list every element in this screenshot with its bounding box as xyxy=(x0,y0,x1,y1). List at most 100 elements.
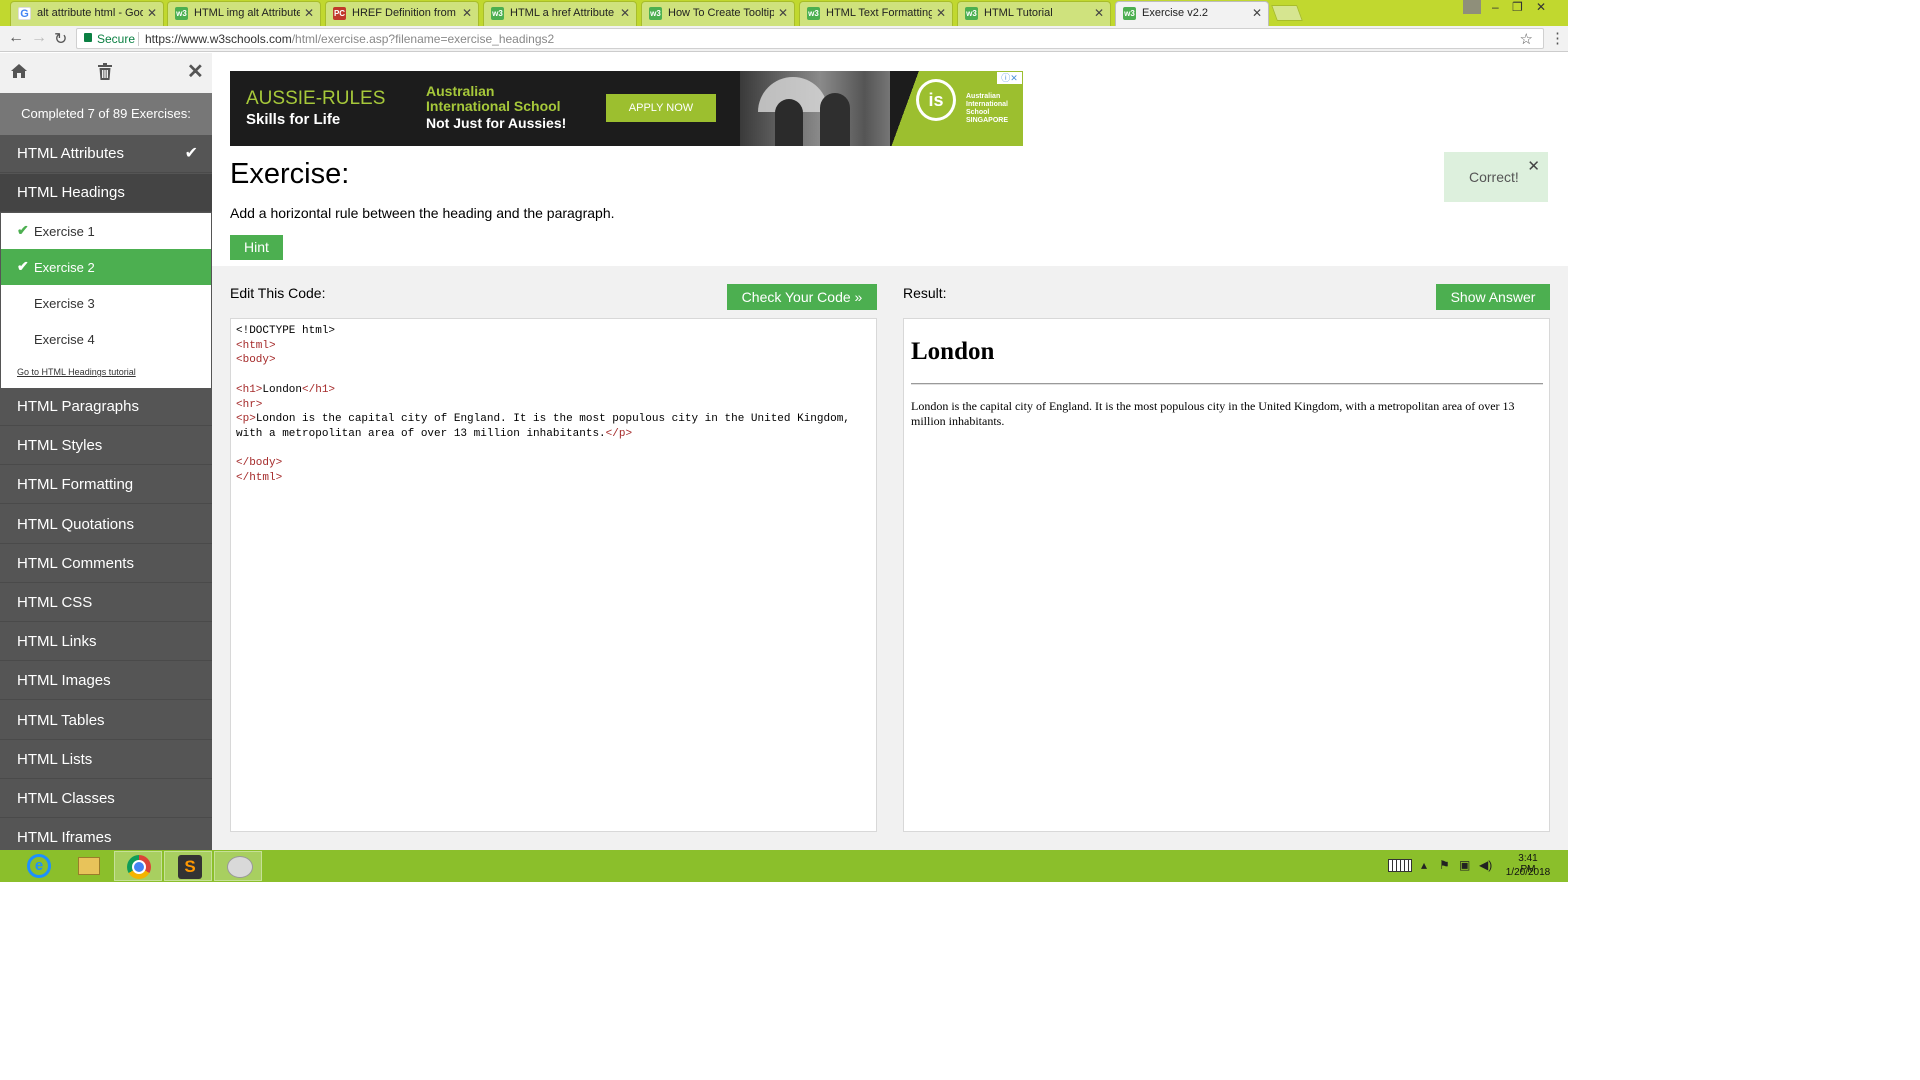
code-editor[interactable]: <!DOCTYPE html> <html> <body> <h1>London… xyxy=(230,318,877,832)
sidebar-category-links[interactable]: HTML Links xyxy=(0,623,212,662)
ad-apply-button[interactable]: APPLY NOW xyxy=(606,94,716,122)
ad-logo-text: Australian International School SINGAPOR… xyxy=(966,93,1009,124)
category-label: HTML Classes xyxy=(17,790,115,807)
network-icon[interactable]: ▣ xyxy=(1459,858,1470,872)
sidebar-category-attributes[interactable]: HTML Attributes ✔ xyxy=(0,135,212,173)
browser-tab[interactable]: w3 HTML Text Formatting ✕ xyxy=(799,1,953,26)
category-label: HTML Formatting xyxy=(17,476,134,494)
hint-button[interactable]: Hint xyxy=(230,235,283,260)
close-feedback-icon[interactable]: ✕ xyxy=(1527,157,1540,175)
close-tab-icon[interactable]: ✕ xyxy=(936,6,946,20)
close-sidebar-icon[interactable]: ✕ xyxy=(187,59,204,84)
browser-tab[interactable]: w3 How To Create Tooltips ✕ xyxy=(641,1,795,26)
browser-menu-icon[interactable]: ⋮ xyxy=(1550,29,1565,47)
browser-tab[interactable]: w3 Exercise v2.2 ✕ xyxy=(1115,1,1269,27)
paint-icon xyxy=(227,856,253,878)
show-answer-button[interactable]: Show Answer xyxy=(1436,284,1550,310)
google-icon: G xyxy=(18,7,31,20)
browser-tab[interactable]: w3 HTML Tutorial ✕ xyxy=(957,1,1111,26)
clock-date[interactable]: 1/20/2018 xyxy=(1503,867,1553,878)
url-text: https://www.w3schools.com/html/exercise.… xyxy=(145,32,554,46)
sidebar-category-headings[interactable]: HTML Headings xyxy=(0,174,212,212)
taskbar-paint[interactable] xyxy=(214,851,262,881)
close-tab-icon[interactable]: ✕ xyxy=(462,6,472,20)
school-logo-icon: is xyxy=(916,79,956,121)
sidebar-category-lists[interactable]: HTML Lists xyxy=(0,741,212,779)
sidebar-category-comments[interactable]: HTML Comments xyxy=(0,545,212,583)
completed-count: Completed 7 of 89 Exercises: xyxy=(0,93,212,135)
feedback-box: Correct! ✕ xyxy=(1444,152,1548,202)
ad-banner[interactable]: AUSSIE-RULES Skills for Life Australian … xyxy=(230,71,1023,146)
sidebar-category-tables[interactable]: HTML Tables xyxy=(0,702,212,740)
check-code-button[interactable]: Check Your Code » xyxy=(727,284,877,310)
sidebar-category-iframes[interactable]: HTML Iframes xyxy=(0,819,212,850)
exercise-item-3[interactable]: Exercise 3 xyxy=(1,285,211,321)
action-center-flag-icon[interactable]: ⚑ xyxy=(1439,858,1450,872)
sidebar-category-styles[interactable]: HTML Styles xyxy=(0,427,212,466)
exercise-sidebar: ✕ Completed 7 of 89 Exercises: HTML Attr… xyxy=(0,53,212,850)
forward-icon[interactable]: → xyxy=(31,29,47,47)
w3schools-icon: w3 xyxy=(965,7,978,20)
adchoices-icon[interactable]: ⓘ✕ xyxy=(997,72,1022,84)
category-label: HTML Images xyxy=(17,672,111,690)
check-icon: ✔ xyxy=(17,222,29,238)
close-tab-icon[interactable]: ✕ xyxy=(620,6,630,20)
lock-icon xyxy=(84,33,92,42)
url-host: https://www.w3schools.com xyxy=(145,32,292,46)
tab-title: How To Create Tooltips xyxy=(668,7,774,19)
browser-tab[interactable]: PC HREF Definition from PC ✕ xyxy=(325,1,479,26)
tab-title: Exercise v2.2 xyxy=(1142,7,1209,19)
sidebar-category-images[interactable]: HTML Images xyxy=(0,662,212,701)
maximize-button[interactable]: ❐ xyxy=(1512,0,1523,14)
student-image xyxy=(820,93,850,146)
tab-title: HTML a href Attribute xyxy=(510,7,615,19)
back-icon[interactable]: ← xyxy=(8,29,24,47)
browser-tab[interactable]: Galt attribute html - Goog ✕ xyxy=(10,1,164,26)
volume-icon[interactable]: ◀) xyxy=(1479,858,1492,872)
sidebar-category-formatting[interactable]: HTML Formatting xyxy=(0,466,212,505)
windows-taskbar: e S xyxy=(0,850,1568,882)
tutorial-link[interactable]: Go to HTML Headings tutorial xyxy=(17,367,136,377)
bookmark-star-icon[interactable]: ☆ xyxy=(1520,30,1533,48)
sidebar-category-classes[interactable]: HTML Classes xyxy=(0,780,212,818)
exercise-item-4[interactable]: Exercise 4 xyxy=(1,321,211,357)
code-content[interactable]: <!DOCTYPE html> <html> <body> <h1>London… xyxy=(236,324,850,486)
close-window-button[interactable]: ✕ xyxy=(1536,0,1546,14)
trash-icon[interactable] xyxy=(98,63,112,80)
user-profile-icon[interactable] xyxy=(1463,0,1481,14)
result-frame: London London is the capital city of Eng… xyxy=(903,318,1550,832)
home-icon[interactable] xyxy=(10,63,28,79)
taskbar-internet-explorer[interactable]: e xyxy=(14,851,62,881)
ad-school-name: Australian International School xyxy=(426,83,561,114)
new-tab-button[interactable] xyxy=(1271,5,1303,21)
sidebar-category-quotations[interactable]: HTML Quotations xyxy=(0,506,212,544)
reload-icon[interactable]: ↻ xyxy=(54,29,67,49)
close-tab-icon[interactable]: ✕ xyxy=(147,6,157,20)
code-tag: </body> xyxy=(236,457,283,470)
browser-tab[interactable]: w3 HTML a href Attribute ✕ xyxy=(483,1,637,26)
student-image xyxy=(775,99,803,146)
category-label: HTML Lists xyxy=(17,750,93,768)
minimize-button[interactable]: – xyxy=(1492,0,1499,14)
code-text: London xyxy=(262,383,303,396)
close-tab-icon[interactable]: ✕ xyxy=(1094,6,1104,20)
exercise-item-2[interactable]: ✔ Exercise 2 xyxy=(1,249,211,285)
taskbar-chrome[interactable] xyxy=(114,851,162,881)
address-bar[interactable]: Secure https://www.w3schools.com/html/ex… xyxy=(76,28,1544,49)
code-tag: <body> xyxy=(236,354,276,367)
show-hidden-icons-icon[interactable]: ▴ xyxy=(1421,858,1427,872)
category-label: HTML Quotations xyxy=(17,515,134,533)
exercise-item-1[interactable]: ✔ Exercise 1 xyxy=(1,213,211,249)
browser-tab[interactable]: w3 HTML img alt Attribute ✕ xyxy=(167,1,321,26)
close-tab-icon[interactable]: ✕ xyxy=(778,6,788,20)
exercise-list: ✔ Exercise 1 ✔ Exercise 2 Exercise 3 Exe… xyxy=(1,213,211,388)
keyboard-icon[interactable] xyxy=(1388,859,1412,872)
sidebar-category-css[interactable]: HTML CSS xyxy=(0,584,212,622)
sidebar-category-paragraphs[interactable]: HTML Paragraphs xyxy=(0,388,212,426)
taskbar-file-explorer[interactable] xyxy=(64,851,112,881)
taskbar-sublime-text[interactable]: S xyxy=(164,851,212,881)
browser-toolbar: ← → ↻ Secure https://www.w3schools.com/h… xyxy=(0,26,1568,52)
close-tab-icon[interactable]: ✕ xyxy=(1252,6,1262,20)
close-tab-icon[interactable]: ✕ xyxy=(304,6,314,20)
tab-title: HTML Text Formatting xyxy=(826,7,932,19)
